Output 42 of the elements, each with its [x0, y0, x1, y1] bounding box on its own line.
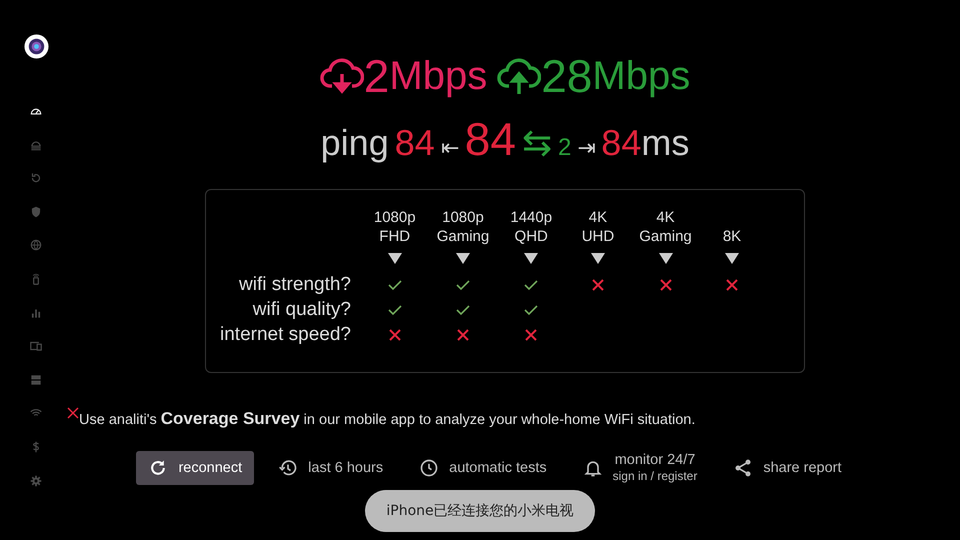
min-arrow: ⇤: [440, 134, 459, 162]
row-label: wifi quality?: [252, 299, 351, 320]
jitter-arrow: ⇆: [522, 121, 552, 165]
column-header: 4K Gaming: [638, 208, 693, 246]
connection-toast: iPhone已经连接您的小米电视: [365, 490, 595, 532]
reconnect-button[interactable]: reconnect: [136, 451, 254, 485]
triangle-icon: [523, 252, 540, 264]
auto-button[interactable]: automatic tests: [407, 451, 559, 485]
monitor-button[interactable]: monitor 24/7 sign in / register: [570, 445, 710, 491]
cross-icon: [67, 407, 79, 419]
app-logo[interactable]: [24, 34, 48, 59]
history-button[interactable]: last 6 hours: [266, 451, 396, 485]
ping-value: 84: [464, 114, 516, 164]
column-header: 1080p FHD: [372, 208, 417, 246]
max-arrow: ⇥: [577, 134, 596, 162]
history-icon: [278, 458, 298, 478]
ping-unit: ms: [641, 121, 690, 165]
download-unit: Mbps: [389, 53, 488, 100]
column-header: 1440p QHD: [509, 208, 554, 246]
triangle-icon: [454, 252, 471, 264]
column-header: 1080p Gaming: [436, 208, 490, 246]
triangle-icon: [590, 252, 606, 264]
download-speed: 2: [364, 49, 390, 104]
ping-min: 84: [394, 121, 435, 165]
share-icon: [733, 458, 754, 478]
cloud-download-icon: [320, 56, 364, 96]
ping-label: ping: [320, 121, 389, 165]
column-header: 8K: [722, 227, 742, 246]
upload-unit: Mbps: [592, 53, 690, 100]
cloud-upload-icon: [497, 56, 542, 96]
survey-note: Use analiti's Coverage Survey in our mobile app to analyze your whole-home WiFi situation.: [79, 409, 696, 429]
row-label: internet speed?: [220, 324, 351, 345]
jitter-value: 2: [558, 133, 572, 163]
column-header: 4K UHD: [580, 208, 616, 246]
triangle-icon: [724, 252, 740, 264]
ping-max: 84: [601, 121, 642, 165]
clock-icon: [419, 458, 440, 478]
row-label: wifi strength?: [239, 274, 351, 295]
triangle-icon: [658, 252, 674, 264]
upload-speed: 28: [541, 49, 592, 104]
share-button[interactable]: share report: [721, 451, 854, 485]
triangle-icon: [386, 252, 403, 264]
